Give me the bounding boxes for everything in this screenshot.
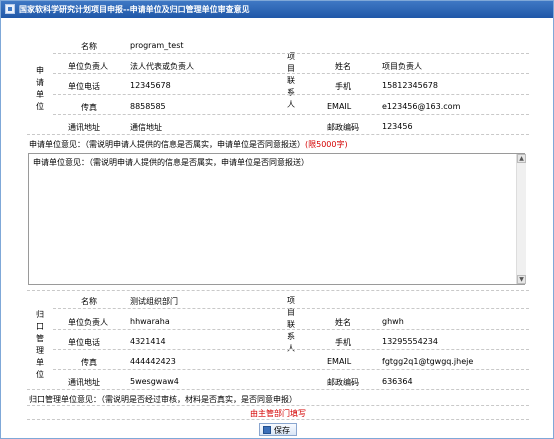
applicant-phone-value: 12345678 xyxy=(130,81,171,90)
authority-head-label: 单位负责人 xyxy=(68,318,108,327)
authority-email-label: EMAIL xyxy=(327,357,352,366)
divider xyxy=(27,405,529,406)
divider xyxy=(53,53,529,54)
title-bar: 国家软科学研究计划项目申报--申请单位及归口管理单位审查意见 xyxy=(1,1,553,18)
authority-postcode-label: 邮政编码 xyxy=(327,378,359,387)
applicant-fax-label: 传真 xyxy=(81,103,97,112)
divider xyxy=(27,419,529,420)
authority-fax-value: 444442423 xyxy=(130,357,176,366)
applicant-head-value: 法人代表或负责人 xyxy=(130,62,194,71)
divider xyxy=(53,308,529,309)
authority-contact-name-value: ghwh xyxy=(382,317,404,326)
divider xyxy=(27,290,529,291)
applicant-postcode-value: 123456 xyxy=(382,122,413,131)
authority-contact-name-label: 姓名 xyxy=(335,318,351,327)
authority-phone-label: 单位电话 xyxy=(68,338,100,347)
applicant-email-label: EMAIL xyxy=(327,102,352,111)
authority-mobile-value: 13295554234 xyxy=(382,337,438,346)
scroll-down-icon[interactable]: ▼ xyxy=(517,275,526,284)
authority-mobile-label: 手机 xyxy=(335,338,351,347)
authority-opinion-label: 归口管理单位意见：（需说明是否经过审核，材料是否真实，是否同意申报） xyxy=(29,395,297,404)
authority-postcode-value: 636364 xyxy=(382,377,413,386)
applicant-opinion-textarea[interactable]: 申请单位意见：（需说明申请人提供的信息是否属实，申请单位是否同意报送） xyxy=(28,153,525,285)
opinion-scrollbar[interactable]: ▲ ▼ xyxy=(516,154,526,284)
applicant-fax-value: 8858585 xyxy=(130,102,166,111)
divider xyxy=(53,349,529,350)
divider xyxy=(53,114,529,115)
divider xyxy=(27,134,529,135)
dialog-window: 国家软科学研究计划项目申报--申请单位及归口管理单位审查意见 申请单位 项目联系… xyxy=(0,0,554,439)
authority-fax-label: 传真 xyxy=(81,358,97,367)
applicant-name-value: program_test xyxy=(130,41,184,50)
divider xyxy=(53,369,529,370)
save-button[interactable]: 保存 xyxy=(259,423,297,436)
authority-name-label: 名称 xyxy=(81,297,97,306)
authority-address-value: 5wesgwaw4 xyxy=(130,377,179,386)
applicant-opinion-label: 申请单位意见：（需说明申请人提供的信息是否属实，申请单位是否同意报送）(限500… xyxy=(29,139,348,150)
authority-phone-value: 4321414 xyxy=(130,337,166,346)
save-button-label: 保存 xyxy=(274,426,290,435)
applicant-opinion-limit: (限5000字) xyxy=(305,140,348,149)
authority-email-value: fgtgg2q1@tgwgq.jheje xyxy=(382,357,474,366)
applicant-mobile-value: 15812345678 xyxy=(382,81,438,90)
window-title: 国家软科学研究计划项目申报--申请单位及归口管理单位审查意见 xyxy=(19,5,250,14)
authority-contact-section-label: 项目联系人 xyxy=(287,296,295,353)
divider xyxy=(27,389,529,390)
applicant-name-label: 名称 xyxy=(81,42,97,51)
applicant-head-label: 单位负责人 xyxy=(68,62,108,71)
authority-address-label: 通讯地址 xyxy=(68,378,100,387)
divider xyxy=(53,73,529,74)
applicant-mobile-label: 手机 xyxy=(335,82,351,91)
applicant-phone-label: 单位电话 xyxy=(68,82,100,91)
scroll-up-icon[interactable]: ▲ xyxy=(517,154,526,163)
applicant-address-label: 通讯地址 xyxy=(68,123,100,132)
authority-head-value: hhwaraha xyxy=(130,317,170,326)
applicant-contact-name-value: 项目负责人 xyxy=(382,62,422,71)
applicant-contact-section-label: 项目联系人 xyxy=(287,52,295,109)
authority-section-label: 归口管理单位 xyxy=(36,310,44,379)
applicant-postcode-label: 邮政编码 xyxy=(327,123,359,132)
applicant-contact-name-label: 姓名 xyxy=(335,62,351,71)
applicant-opinion-label-text: 申请单位意见：（需说明申请人提供的信息是否属实，申请单位是否同意报送） xyxy=(29,140,305,149)
save-icon xyxy=(263,426,271,434)
applicant-address-value: 通信地址 xyxy=(130,123,162,132)
applicant-section-label: 申请单位 xyxy=(36,66,44,111)
applicant-email-value: e123456@163.com xyxy=(382,102,461,111)
divider xyxy=(53,94,529,95)
window-icon xyxy=(5,4,15,14)
divider xyxy=(53,329,529,330)
authority-name-value: 测试组织部门 xyxy=(130,297,178,306)
authority-opinion-note: 由主管部门填写 xyxy=(250,409,306,418)
